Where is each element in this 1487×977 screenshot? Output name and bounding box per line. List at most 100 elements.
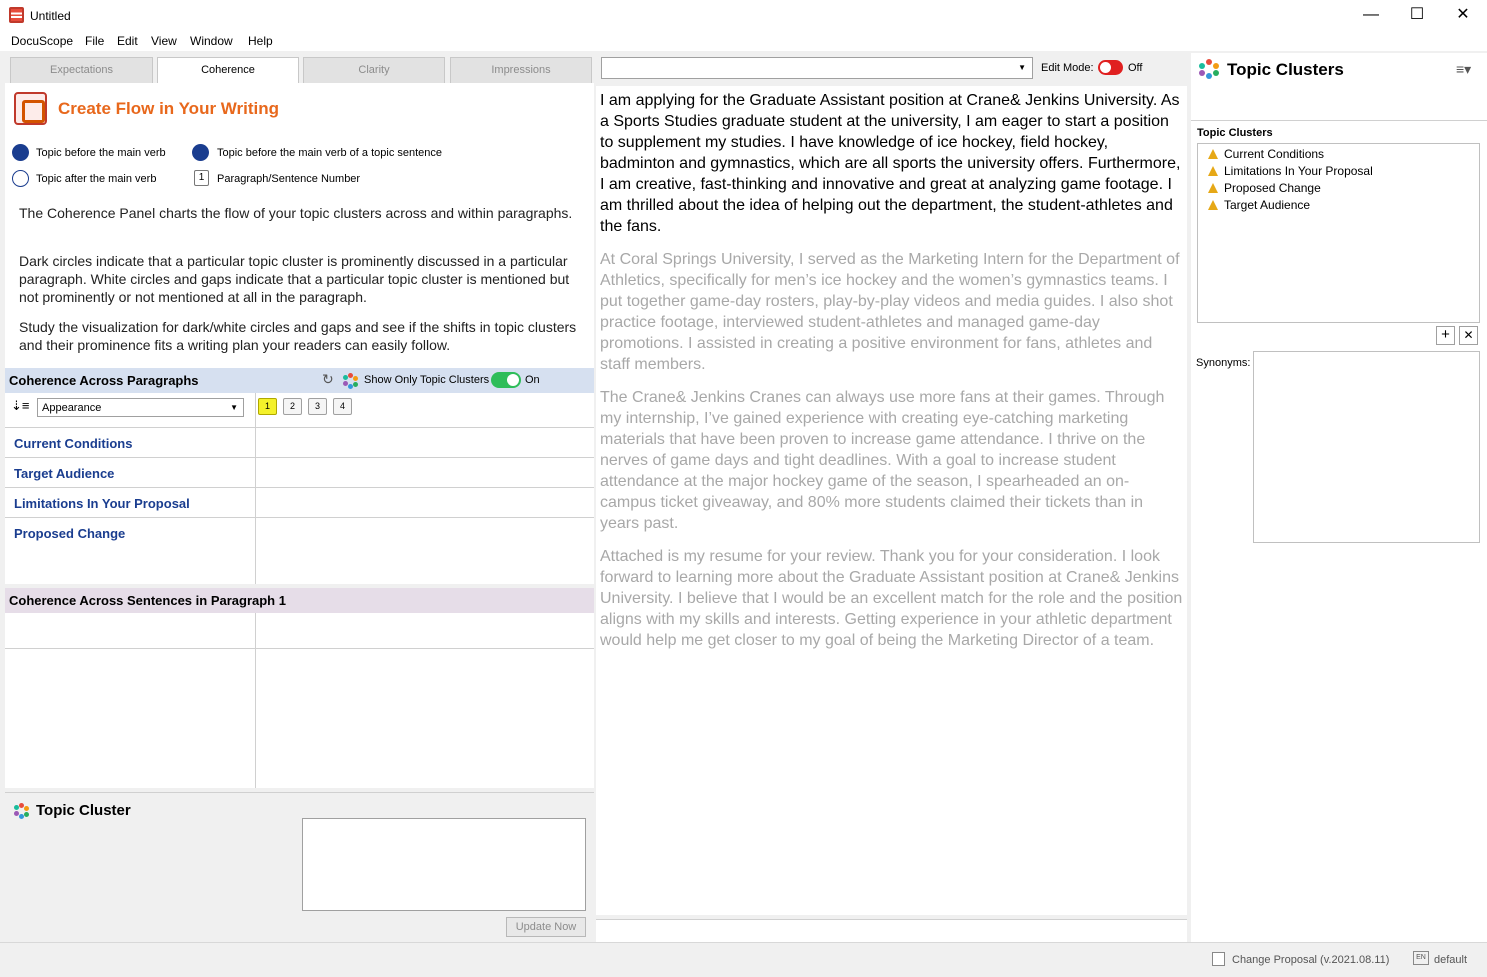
sort-icon[interactable]: ⇣≡ [11,398,29,414]
reset-icon[interactable]: ↻ [322,371,334,388]
list-item-label: Limitations In Your Proposal [1224,164,1373,178]
warning-icon [1208,183,1218,193]
white-circle-icon [12,170,29,187]
minimize-button[interactable]: — [1348,0,1394,31]
language-icon: EN [1413,951,1429,965]
grid-line [5,487,594,488]
topic-cluster-icon [14,803,30,819]
list-item[interactable]: Target Audience [1208,198,1310,212]
grid-divider [255,613,256,788]
row-label-current-conditions[interactable]: Current Conditions [14,436,132,451]
topic-cluster-textarea[interactable] [302,818,586,911]
menu-view[interactable]: View [151,34,177,48]
list-item[interactable]: Current Conditions [1208,147,1324,161]
maximize-button[interactable]: ☐ [1394,0,1440,31]
tab-coherence[interactable]: Coherence [157,57,299,85]
legend-dark-topic-sentence: Topic before the main verb of a topic se… [217,147,443,159]
title-bar: Untitled — ☐ ✕ [0,0,1487,31]
warning-icon [1208,200,1218,210]
edit-mode-toggle[interactable] [1098,60,1123,75]
across-sentences-header: Coherence Across Sentences in Paragraph … [5,588,594,613]
document-panel: ▼ Edit Mode: Off I am applying for the G… [596,53,1189,942]
add-button[interactable]: + [1436,326,1455,345]
paragraph-number-4[interactable]: 4 [333,398,352,415]
edit-mode-label: Edit Mode: [1041,62,1094,74]
menu-window[interactable]: Window [190,34,233,48]
topic-clusters-list-label: Topic Clusters [1197,127,1273,139]
warning-icon [1208,166,1218,176]
project-version: Change Proposal (v.2021.08.11) [1232,954,1390,966]
synonyms-textarea[interactable] [1253,351,1480,543]
info-paragraph-1: The Coherence Panel charts the flow of y… [19,205,573,221]
synonyms-label: Synonyms: [1196,357,1251,369]
chevron-down-icon: ▼ [1018,63,1026,72]
legend-dark-before: Topic before the main verb [36,147,166,159]
document-paragraph-4: Attached is my resume for your review. T… [600,548,1183,649]
tab-clarity[interactable]: Clarity [303,57,445,83]
menu-file[interactable]: File [85,34,104,48]
paragraph-grid [5,393,594,584]
edit-mode-state: Off [1128,62,1143,74]
topic-clusters-list[interactable]: Current Conditions Limitations In Your P… [1197,143,1480,323]
menu-icon[interactable]: ≡▾ [1456,61,1471,78]
tab-impressions[interactable]: Impressions [450,57,592,83]
document-paragraph-1: I am applying for the Graduate Assistant… [600,92,1181,235]
grid-line [5,517,594,518]
row-label-proposed-change[interactable]: Proposed Change [14,526,125,541]
document-text-area[interactable]: I am applying for the Graduate Assistant… [596,86,1187,915]
row-label-target-audience[interactable]: Target Audience [14,466,114,481]
close-button[interactable]: ✕ [1440,0,1486,31]
paragraph-number-1[interactable]: 1 [258,398,277,415]
menu-docuscope[interactable]: DocuScope [11,34,73,48]
menu-help[interactable]: Help [248,34,273,48]
list-item[interactable]: Proposed Change [1208,181,1321,195]
paragraph-number-3[interactable]: 3 [308,398,327,415]
legend-number: Paragraph/Sentence Number [217,173,361,185]
topic-clusters-icon [343,373,359,389]
show-only-label: Show Only Topic Clusters [364,374,490,386]
chevron-down-icon: ▼ [230,403,238,412]
window-title: Untitled [30,9,71,23]
across-sentences-title: Coherence Across Sentences in Paragraph … [9,593,286,608]
sentence-grid [5,613,594,788]
dark-circle-icon [12,144,29,161]
number-box-icon: 1 [194,170,209,186]
document-footer [596,919,1187,942]
topic-clusters-panel: Topic Clusters ≡▾ Topic Clusters Current… [1191,53,1487,942]
menu-edit[interactable]: Edit [117,34,138,48]
topic-clusters-icon [1199,59,1219,79]
panel-title: Create Flow in Your Writing [58,99,280,118]
list-item-label: Current Conditions [1224,147,1325,161]
coherence-icon [14,92,47,125]
divider [1191,120,1487,121]
document-paragraph-2: At Coral Springs University, I served as… [600,251,1180,373]
status-bar: Change Proposal (v.2021.08.11) EN defaul… [0,942,1487,977]
grid-line [5,427,594,428]
tab-expectations[interactable]: Expectations [10,57,153,83]
across-paragraphs-title: Coherence Across Paragraphs [9,373,199,388]
list-item-label: Proposed Change [1224,181,1321,195]
coherence-info: Create Flow in Your Writing Topic before… [5,83,594,368]
document-paragraph-3: The Crane& Jenkins Cranes can always use… [600,389,1165,532]
paragraph-number-2[interactable]: 2 [283,398,302,415]
remove-button[interactable]: ✕ [1459,326,1478,345]
topic-clusters-title: Topic Clusters [1227,60,1344,79]
menu-bar: DocuScope File Edit View Window Help [0,31,1487,51]
coherence-panel: Expectations Coherence Clarity Impressio… [5,53,594,942]
document-combo[interactable]: ▼ [601,57,1033,79]
update-now-button[interactable]: Update Now [506,917,586,937]
document-icon [1212,952,1225,966]
list-item[interactable]: Limitations In Your Proposal [1208,164,1373,178]
info-paragraph-2: Dark circles indicate that a particular … [19,253,570,305]
sort-value: Appearance [42,402,102,414]
grid-divider [255,393,256,584]
app-icon [9,7,24,23]
legend-white-after: Topic after the main verb [36,173,157,185]
row-label-limitations[interactable]: Limitations In Your Proposal [14,496,190,511]
grid-line [5,457,594,458]
show-only-state: On [525,374,540,386]
sort-dropdown[interactable]: Appearance ▼ [37,398,244,417]
show-only-toggle[interactable] [491,372,521,388]
dark-circle-topic-icon [192,144,209,161]
grid-line [5,648,594,649]
